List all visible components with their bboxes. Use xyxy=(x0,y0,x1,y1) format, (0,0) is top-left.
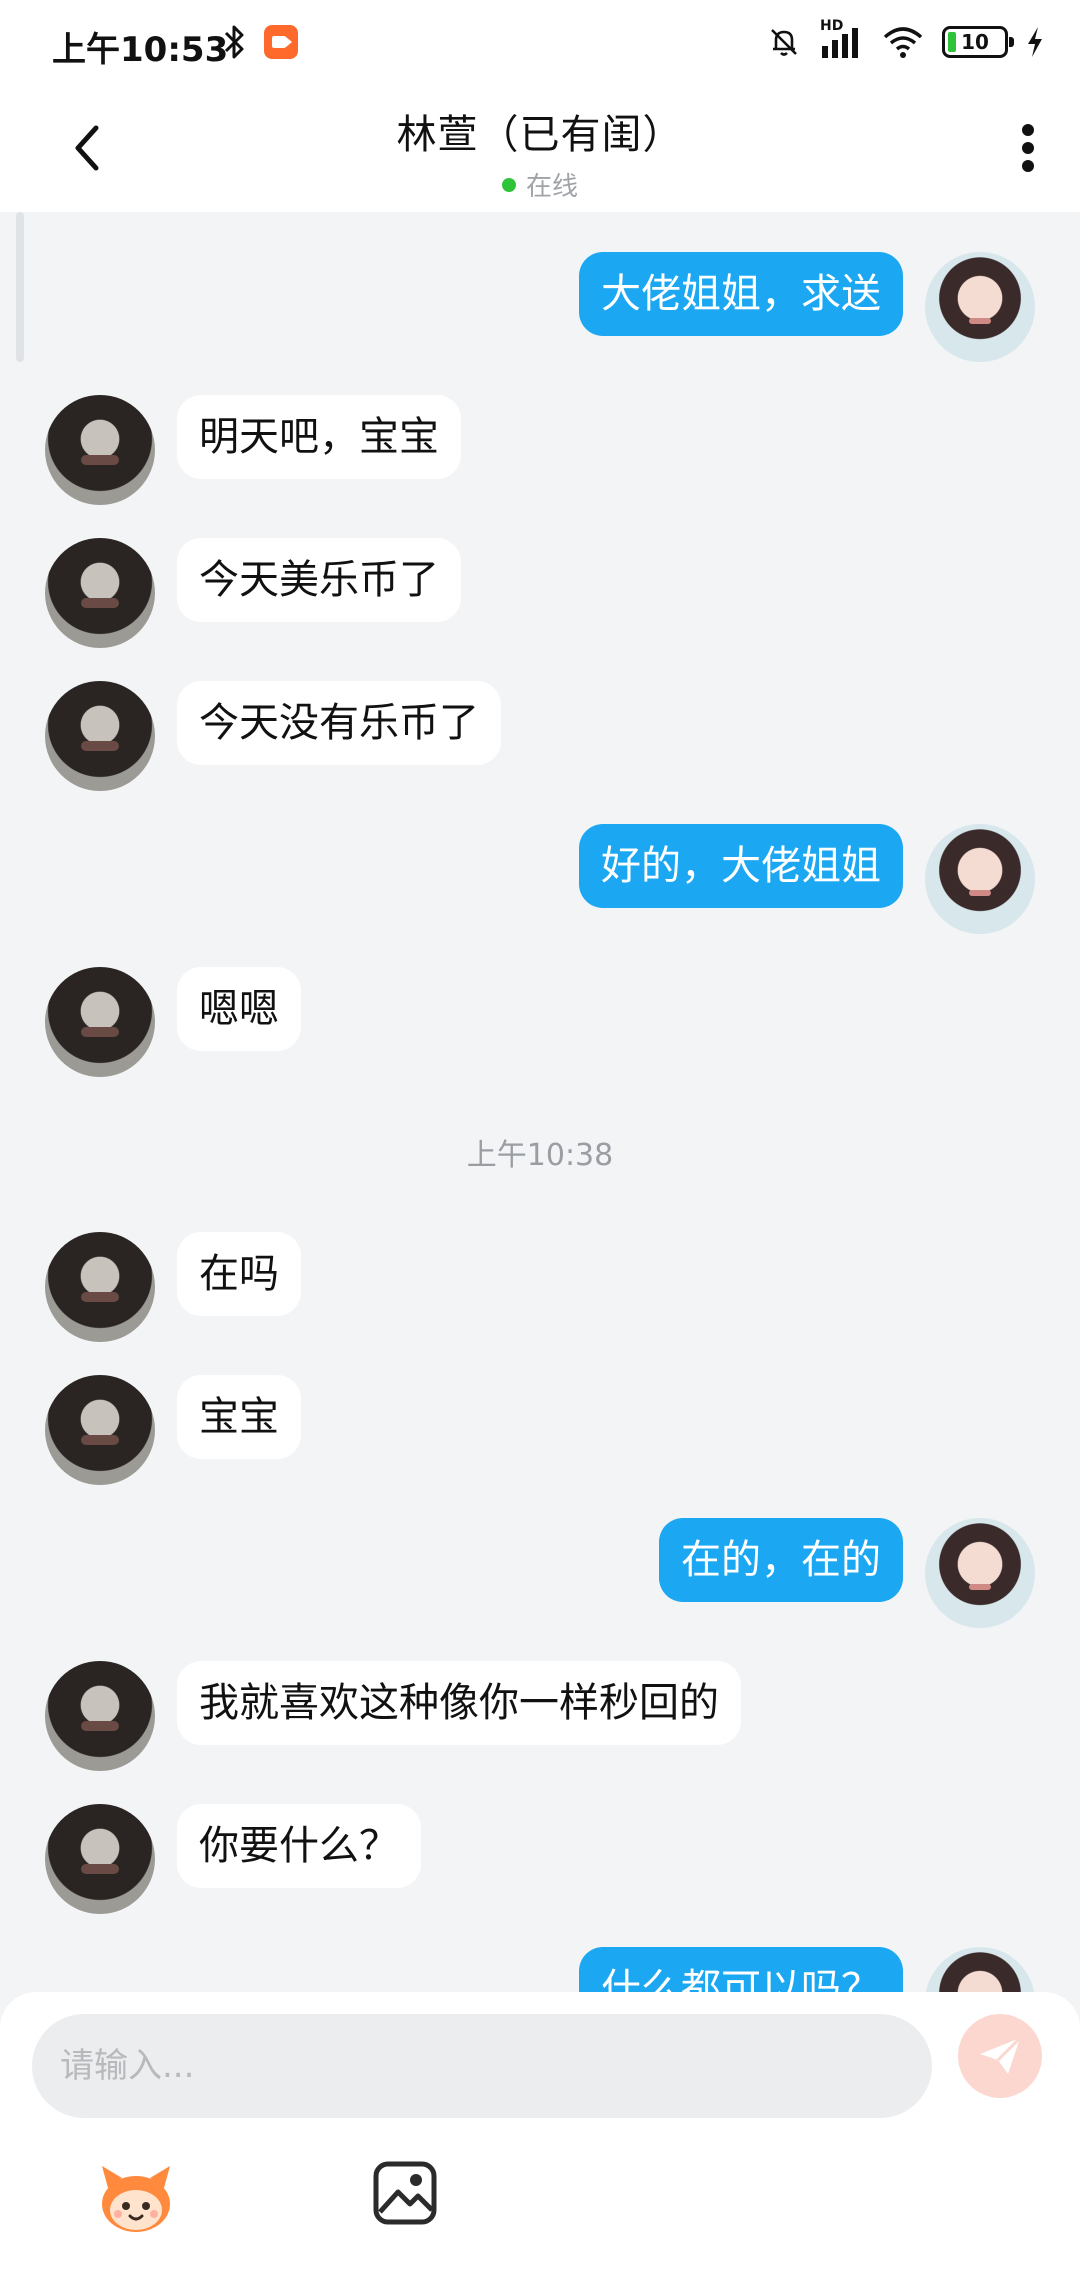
battery-level: 10 xyxy=(961,30,989,54)
message-row: 我就喜欢这种像你一样秒回的 xyxy=(0,1661,1080,1771)
message-timestamp: 上午10:38 xyxy=(466,1138,614,1173)
more-vertical-icon xyxy=(1022,124,1034,172)
wifi-icon xyxy=(883,27,923,58)
image-button[interactable] xyxy=(370,2158,440,2228)
message-bubble-outgoing[interactable]: 大佬姐姐，求送 xyxy=(579,252,903,336)
avatar-contact[interactable] xyxy=(45,1375,155,1485)
message-bubble-incoming[interactable]: 嗯嗯 xyxy=(177,967,301,1051)
avatar-contact[interactable] xyxy=(45,395,155,505)
message-bubble-incoming[interactable]: 我就喜欢这种像你一样秒回的 xyxy=(177,1661,741,1745)
composer-bar xyxy=(0,1992,1080,2280)
avatar-contact[interactable] xyxy=(45,1804,155,1914)
message-input[interactable] xyxy=(32,2014,932,2118)
message-bubble-incoming[interactable]: 你要什么？ xyxy=(177,1804,421,1888)
mascot-emoji-icon xyxy=(102,2166,170,2232)
chat-screen: 上午10:53 HD 10 林萱（已有闺） 在线 大佬姐姐，求送 明天吧，宝宝 … xyxy=(0,0,1080,2280)
message-row: 今天美乐币了 xyxy=(0,538,1080,648)
message-row: 宝宝 xyxy=(0,1375,1080,1485)
status-time: 上午10:53 xyxy=(52,30,229,70)
avatar-self[interactable] xyxy=(925,824,1035,934)
emoji-button[interactable] xyxy=(96,2158,176,2238)
more-options-button[interactable] xyxy=(998,118,1058,178)
message-list[interactable]: 大佬姐姐，求送 明天吧，宝宝 今天美乐币了 今天没有乐币了 好的，大佬姐姐 嗯嗯… xyxy=(0,212,1080,1992)
message-bubble-incoming[interactable]: 今天没有乐币了 xyxy=(177,681,501,765)
online-status: 在线 xyxy=(0,166,1080,203)
mute-bell-icon xyxy=(771,29,797,56)
online-dot xyxy=(501,177,516,192)
message-row: 好的，大佬姐姐 xyxy=(0,824,1080,934)
message-row: 今天没有乐币了 xyxy=(0,681,1080,791)
message-row: 嗯嗯 xyxy=(0,967,1080,1077)
message-row: 在的，在的 xyxy=(0,1518,1080,1628)
chat-header: 林萱（已有闺） 在线 xyxy=(0,88,1080,212)
screen-record-icon xyxy=(264,25,298,59)
avatar-contact[interactable] xyxy=(45,1661,155,1771)
avatar-self[interactable] xyxy=(925,1518,1035,1628)
bluetooth-icon xyxy=(224,25,244,59)
message-bubble-incoming[interactable]: 宝宝 xyxy=(177,1375,301,1459)
message-bubble-outgoing[interactable]: 在的，在的 xyxy=(659,1518,903,1602)
send-button[interactable] xyxy=(958,2014,1042,2098)
paper-plane-icon xyxy=(980,2036,1022,2074)
message-bubble-outgoing[interactable]: 什么都可以吗？ xyxy=(579,1947,903,1992)
charging-icon xyxy=(1028,27,1042,57)
message-row: 明天吧，宝宝 xyxy=(0,395,1080,505)
message-input-wrapper[interactable] xyxy=(32,2014,932,2118)
message-row: 你要什么？ xyxy=(0,1804,1080,1914)
message-row: 什么都可以吗？ xyxy=(0,1947,1080,1992)
avatar-contact[interactable] xyxy=(45,681,155,791)
message-row: 大佬姐姐，求送 xyxy=(0,252,1080,362)
status-bar: 上午10:53 HD 10 xyxy=(0,0,1080,88)
battery-icon: 10 xyxy=(942,26,1014,58)
hd-label: HD xyxy=(820,18,844,34)
avatar-contact[interactable] xyxy=(45,1232,155,1342)
message-row: 在吗 xyxy=(0,1232,1080,1342)
message-bubble-incoming[interactable]: 在吗 xyxy=(177,1232,301,1316)
online-status-label: 在线 xyxy=(525,172,578,202)
message-bubble-incoming[interactable]: 今天美乐币了 xyxy=(177,538,461,622)
signal-icon: HD xyxy=(820,18,864,60)
message-bubble-outgoing[interactable]: 好的，大佬姐姐 xyxy=(579,824,903,908)
avatar-self[interactable] xyxy=(925,252,1035,362)
avatar-contact[interactable] xyxy=(45,967,155,1077)
chat-title: 林萱（已有闺） xyxy=(396,112,684,158)
image-icon xyxy=(373,2161,437,2225)
avatar-contact[interactable] xyxy=(45,538,155,648)
message-bubble-incoming[interactable]: 明天吧，宝宝 xyxy=(177,395,461,479)
avatar-self[interactable] xyxy=(925,1947,1035,1992)
